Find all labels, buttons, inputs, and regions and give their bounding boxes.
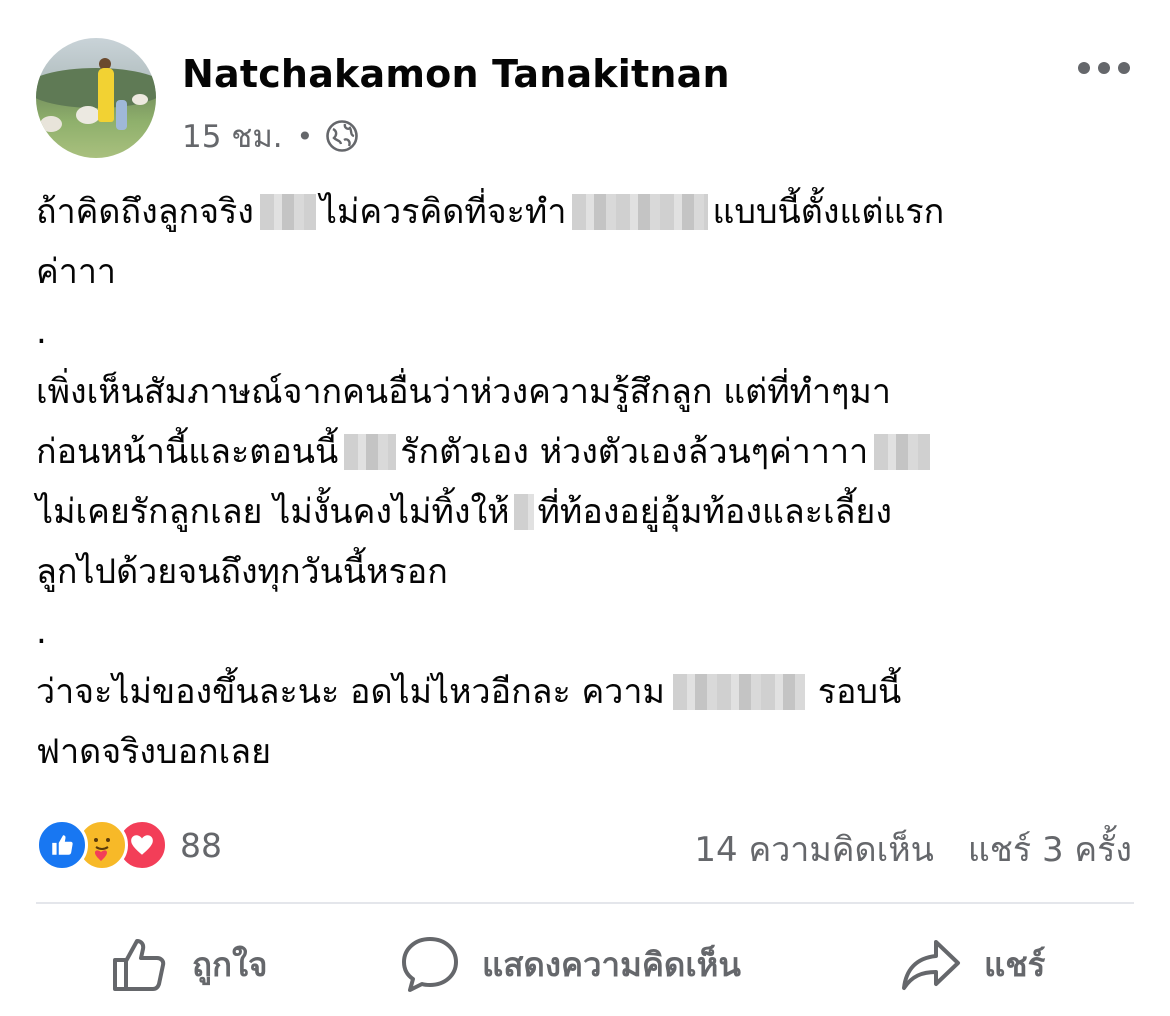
post-text-segment: รักตัวเอง ห่วงตัวเองล้วนๆค่าาาา — [400, 432, 869, 472]
share-arrow-icon — [902, 940, 960, 990]
post-text-segment: ถ้าคิดถึงลูกจริง — [36, 192, 254, 232]
censored-blur — [513, 494, 534, 530]
post-line: ลูกไปด้วยจนถึงทุกวันนี้หรอก — [36, 542, 1136, 602]
reaction-count: 88 — [180, 825, 222, 865]
post-line: ไม่เคยรักลูกเลย ไม่งั้นคงไม่ทิ้งให้ ที่ท… — [36, 482, 1136, 542]
post-text-segment: แบบนี้ตั้งแต่แรก — [712, 192, 945, 232]
reaction-summary[interactable]: 88 — [36, 818, 222, 872]
post-stats: 14 ความคิดเห็น แชร์ 3 ครั้ง — [694, 822, 1132, 876]
post-line: ว่าจะไม่ของขึ้นละนะ อดไม่ไหวอีกละ ความ ร… — [36, 662, 1136, 722]
thumbs-up-icon — [113, 939, 166, 991]
avatar-child — [116, 100, 127, 130]
post-text-segment: ไม่เคยรักลูกเลย ไม่งั้นคงไม่ทิ้งให้ — [36, 492, 510, 532]
comment-button-label: แสดงความคิดเห็น — [482, 944, 741, 984]
like-reaction-icon — [36, 819, 88, 871]
more-dot — [1078, 62, 1090, 74]
post-text-segment: ลูกไปด้วยจนถึงทุกวันนี้หรอก — [36, 552, 448, 592]
post-line: ค่าาา — [36, 242, 1136, 302]
share-button[interactable]: แชร์ — [900, 928, 1045, 1000]
globe-icon[interactable] — [325, 119, 359, 153]
share-count-link[interactable]: แชร์ 3 ครั้ง — [968, 822, 1132, 876]
post-line: ฟาดจริงบอกเลย — [36, 722, 1136, 782]
author-name[interactable]: Natchakamon Tanakitnan — [182, 52, 730, 96]
more-dot — [1098, 62, 1110, 74]
censored-blur — [259, 194, 316, 230]
censored-blur — [874, 434, 931, 470]
post-time[interactable]: 15 ชม. — [182, 111, 283, 161]
post-text-segment: ที่ท้องอยู่อุ้มท้องและเลี้ยง — [537, 492, 892, 532]
post-line: ถ้าคิดถึงลูกจริง ไม่ควรคิดที่จะทำ แบบนี้… — [36, 182, 1136, 242]
post-text-segment: . — [36, 612, 47, 652]
post-line: . — [36, 302, 1136, 362]
like-button[interactable]: ถูกใจ — [110, 928, 267, 1000]
post-text-segment: ว่าจะไม่ของขึ้นละนะ อดไม่ไหวอีกละ ความ — [36, 672, 665, 712]
like-button-label: ถูกใจ — [192, 944, 268, 984]
censored-blur — [572, 194, 709, 230]
post-text-segment: รอบนี้ — [806, 672, 902, 712]
share-button-label: แชร์ — [984, 944, 1046, 984]
post-text-segment: ค่าาา — [36, 252, 117, 292]
post-line: เพิ่งเห็นสัมภาษณ์จากคนอื่นว่าห่วงความรู้… — [36, 362, 1136, 422]
author-avatar[interactable] — [36, 38, 156, 158]
comment-bubble-icon — [402, 937, 458, 992]
post-text-segment: . — [36, 312, 47, 352]
post-line: . — [36, 602, 1136, 662]
avatar-sheep — [40, 116, 62, 132]
avatar-sheep — [132, 94, 148, 105]
more-options-icon[interactable] — [1078, 60, 1130, 76]
more-dot — [1118, 62, 1130, 74]
censored-blur — [672, 674, 805, 710]
comment-count-link[interactable]: 14 ความคิดเห็น — [694, 822, 934, 876]
post-line: ก่อนหน้านี้และตอนนี้ รักตัวเอง ห่วงตัวเอ… — [36, 422, 1136, 482]
post-text-segment: ก่อนหน้านี้และตอนนี้ — [36, 432, 339, 472]
avatar-person — [98, 68, 114, 122]
post-meta: 15 ชม. • — [182, 114, 359, 158]
post-text-segment: ฟาดจริงบอกเลย — [36, 732, 271, 772]
post-text-segment: เพิ่งเห็นสัมภาษณ์จากคนอื่นว่าห่วงความรู้… — [36, 372, 891, 412]
meta-separator: • — [296, 119, 314, 153]
comment-button[interactable]: แสดงความคิดเห็น — [400, 928, 741, 1000]
post-text: ถ้าคิดถึงลูกจริง ไม่ควรคิดที่จะทำ แบบนี้… — [36, 182, 1136, 782]
censored-blur — [344, 434, 397, 470]
post-text-segment: ไม่ควรคิดที่จะทำ — [319, 192, 567, 232]
avatar-sheep — [76, 106, 100, 124]
divider — [36, 902, 1134, 904]
